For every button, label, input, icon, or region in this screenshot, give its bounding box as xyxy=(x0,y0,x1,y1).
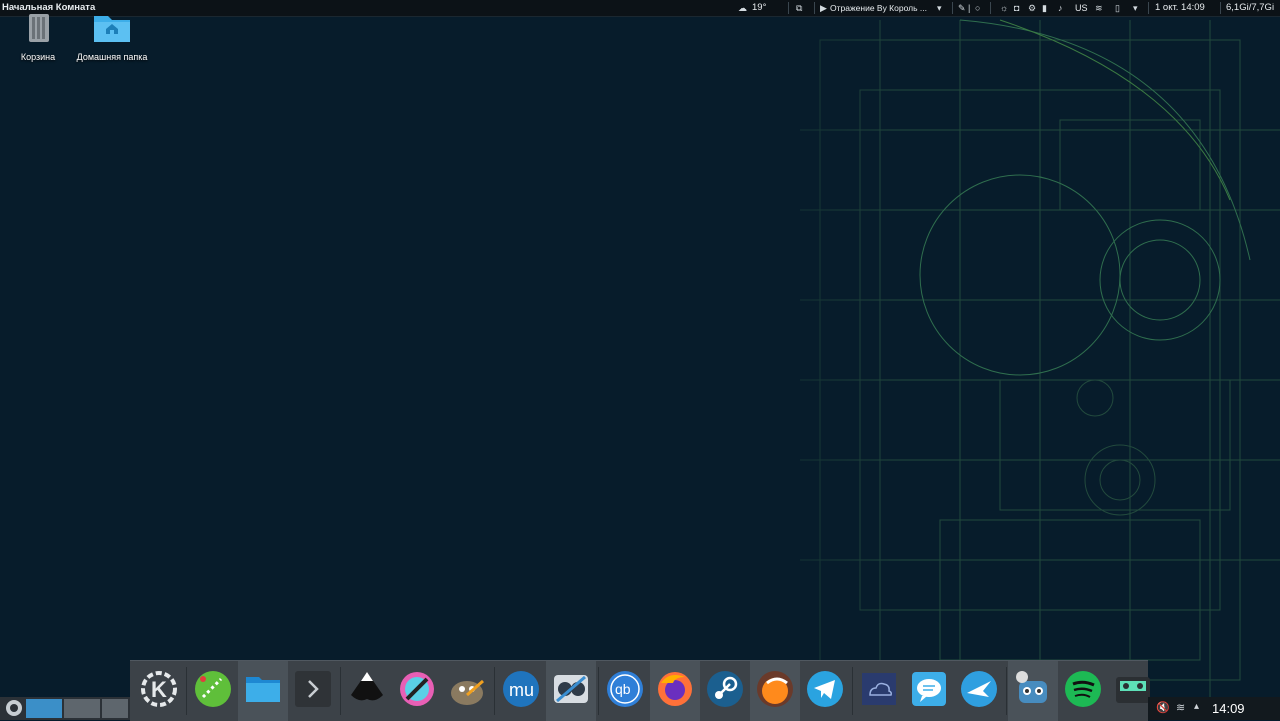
chat-icon xyxy=(912,672,946,706)
wallpaper xyxy=(700,0,1280,720)
krita-icon xyxy=(400,672,434,706)
system-tray: 🔇 ≋ ▴ 14:09 xyxy=(1148,697,1280,720)
dock-item-inkscape[interactable] xyxy=(342,661,392,721)
dock-item-messenger[interactable] xyxy=(904,661,954,721)
gimp-icon xyxy=(451,679,484,705)
dock-item-spotify[interactable] xyxy=(1058,661,1108,721)
virtual-desktop-1[interactable] xyxy=(26,699,62,718)
dock-item-gimp[interactable] xyxy=(442,661,492,721)
dock-item-firefox[interactable] xyxy=(650,661,700,721)
telegram-icon xyxy=(807,671,843,707)
desktop-icon-label: Корзина xyxy=(20,52,56,62)
mute-icon[interactable]: 🔇 xyxy=(1156,701,1170,714)
tray-clock[interactable]: 14:09 xyxy=(1212,697,1245,720)
folder-icon xyxy=(246,677,280,702)
dock-item-kde-menu[interactable]: K xyxy=(134,661,184,721)
dock-item-terminal[interactable] xyxy=(288,661,338,721)
wifi-icon[interactable]: ≋ xyxy=(1095,0,1103,16)
device-icon[interactable]: ▯ xyxy=(1115,0,1120,16)
steam-icon xyxy=(707,671,743,707)
cloud-icon xyxy=(862,673,896,705)
weather-icon: ☁ xyxy=(738,3,747,13)
kde-logo-icon: K xyxy=(141,671,177,707)
cassette-icon xyxy=(1116,677,1150,703)
terminal-icon xyxy=(295,671,331,707)
media-title[interactable]: Отражение By Король ... xyxy=(830,0,927,16)
tray-expand-icon[interactable]: ▾ xyxy=(1133,0,1138,16)
svg-text:K: K xyxy=(151,677,167,702)
play-icon[interactable]: ▶ xyxy=(820,0,827,16)
audio-icon[interactable]: ♪ xyxy=(1058,0,1063,16)
desktop-icon-trash[interactable]: Корзина xyxy=(2,14,74,63)
dock-item-qbittorrent[interactable]: qb xyxy=(600,661,650,721)
top-panel: Начальная Комната ☁ 19° ⧉ ▶ Отражение By… xyxy=(0,0,1280,17)
inkscape-icon xyxy=(351,672,383,701)
dock-item-transmission[interactable] xyxy=(954,661,1004,721)
home-folder-icon xyxy=(94,16,130,42)
orange-browser-icon xyxy=(757,671,793,707)
wifi-icon[interactable]: ≋ xyxy=(1176,701,1185,714)
tray-expand-icon[interactable]: ▴ xyxy=(1194,701,1199,712)
green-app-icon xyxy=(195,671,231,707)
virtual-desktop-3[interactable] xyxy=(102,699,128,718)
dock-item-godot[interactable] xyxy=(1008,661,1058,721)
dock-item-steam[interactable] xyxy=(700,661,750,721)
desktop-icon-label: Домашняя папка xyxy=(76,52,148,62)
dock-item-orange-browser[interactable] xyxy=(750,661,800,721)
settings-icon[interactable]: ⚙ xyxy=(1028,0,1036,16)
dock-item-green-app[interactable] xyxy=(188,661,238,721)
trash-icon xyxy=(29,14,49,42)
datetime[interactable]: 1 окт. 14:09 xyxy=(1155,0,1205,16)
musescore-icon: mu xyxy=(503,671,539,707)
qbittorrent-icon: qb xyxy=(607,671,643,707)
battery-icon[interactable]: ▮ xyxy=(1042,0,1047,16)
svg-text:qb: qb xyxy=(615,681,631,697)
circle-icon[interactable]: ○ xyxy=(975,0,980,16)
godot-icon xyxy=(1016,671,1047,703)
brightness-icon[interactable]: ☼ xyxy=(1000,0,1008,16)
dock-item-telegram[interactable] xyxy=(800,661,850,721)
dock-item-video-editor[interactable] xyxy=(546,661,596,721)
virtual-desktop-2[interactable] xyxy=(64,699,100,718)
clipboard-icon[interactable]: ⧉ xyxy=(796,0,802,16)
spotify-icon xyxy=(1065,671,1101,707)
desktop-icon-home[interactable]: Домашняя папка xyxy=(76,14,148,63)
keyboard-layout[interactable]: US xyxy=(1075,0,1088,16)
firefox-icon xyxy=(658,672,692,706)
svg-text:mu: mu xyxy=(509,680,534,700)
virtual-desktop-pager xyxy=(0,697,130,720)
dock: K mu qb xyxy=(130,660,1150,721)
chevron-down-icon[interactable]: ▾ xyxy=(937,0,942,16)
divider-icon: | xyxy=(968,3,971,13)
pen-icon[interactable]: ✎ xyxy=(958,0,966,16)
shield-icon[interactable]: ◘ xyxy=(1014,0,1019,16)
dock-item-musescore[interactable]: mu xyxy=(496,661,546,721)
bird-icon xyxy=(961,671,997,707)
video-editor-icon xyxy=(554,675,588,703)
dock-item-cloud[interactable] xyxy=(854,661,904,721)
dock-item-file-manager[interactable] xyxy=(238,661,288,721)
dock-item-krita[interactable] xyxy=(392,661,442,721)
launcher-icon[interactable] xyxy=(4,698,24,718)
memory-usage[interactable]: 6,1Gi/7,7Gi xyxy=(1226,0,1280,16)
weather-temp[interactable]: 19° xyxy=(752,0,766,16)
